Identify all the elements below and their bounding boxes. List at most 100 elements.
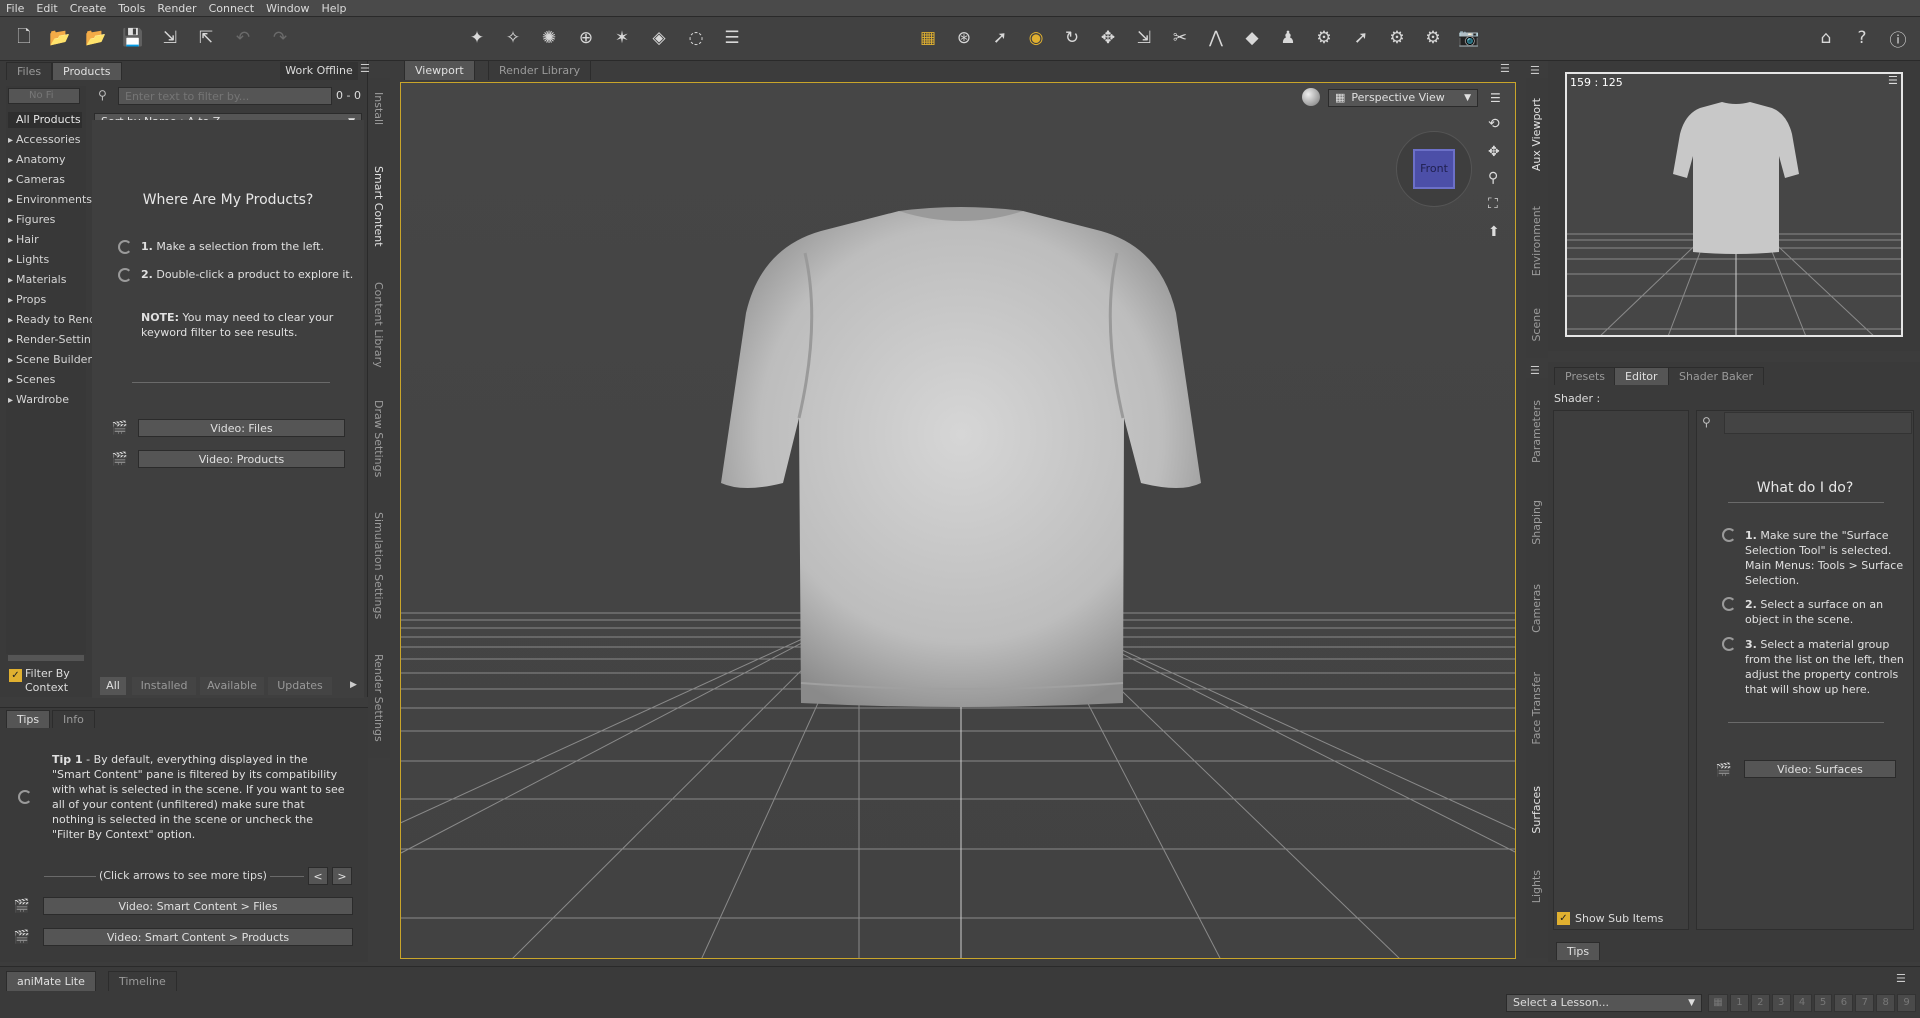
vtab-render-settings[interactable]: Render Settings bbox=[372, 654, 385, 742]
filter-tab-installed[interactable]: Installed bbox=[132, 677, 196, 695]
orbit-icon[interactable]: ⟲ bbox=[1488, 116, 1500, 132]
open-file-icon[interactable]: 📂 bbox=[48, 26, 72, 50]
create-camera-icon[interactable]: ⊕ bbox=[574, 26, 598, 50]
menu-render[interactable]: Render bbox=[151, 2, 202, 15]
figure-setup-icon[interactable]: ♟ bbox=[1276, 26, 1300, 50]
panel-menu-icon[interactable]: ☰ bbox=[1500, 62, 1510, 75]
frame-icon[interactable]: ⛶ bbox=[1488, 196, 1498, 212]
lesson-dropdown[interactable]: Select a Lesson... ▼ bbox=[1506, 994, 1702, 1012]
lesson-step[interactable]: 7 bbox=[1855, 994, 1875, 1012]
help-icon[interactable]: ⓘ bbox=[1886, 26, 1910, 51]
lesson-step[interactable]: 8 bbox=[1876, 994, 1896, 1012]
lesson-step[interactable]: 4 bbox=[1792, 994, 1812, 1012]
vtab-simulation-settings[interactable]: Simulation Settings bbox=[372, 512, 385, 619]
category-item[interactable]: Hair bbox=[8, 233, 39, 246]
prev-tip-button[interactable]: < bbox=[308, 867, 328, 885]
spot-render-icon[interactable]: ➚ bbox=[1349, 26, 1373, 50]
show-sub-items-checkbox[interactable]: ✓ bbox=[1557, 912, 1570, 925]
scroll-right-icon[interactable]: ▶ bbox=[350, 680, 362, 690]
tab-presets[interactable]: Presets bbox=[1554, 367, 1617, 385]
category-item[interactable]: Environments bbox=[8, 193, 92, 206]
tab-files[interactable]: Files bbox=[6, 62, 53, 80]
view-selector[interactable]: ▦ Perspective View ▼ bbox=[1328, 89, 1478, 107]
create-figure-icon[interactable]: ✦ bbox=[465, 26, 489, 50]
translate-icon[interactable]: ✥ bbox=[1096, 26, 1120, 50]
video-products-button[interactable]: Video: Products bbox=[138, 450, 345, 468]
tab-editor[interactable]: Editor bbox=[1614, 367, 1669, 385]
vtab-parameters[interactable]: Parameters bbox=[1530, 400, 1543, 463]
save-icon[interactable]: 💾 bbox=[121, 26, 145, 50]
video-sc-products-button[interactable]: Video: Smart Content > Products bbox=[43, 928, 353, 946]
viewport-menu-icon[interactable]: ☰ bbox=[1490, 91, 1501, 105]
property-search-input[interactable] bbox=[1724, 412, 1912, 434]
reset-view-icon[interactable]: ⬆ bbox=[1488, 224, 1500, 240]
redo-icon[interactable]: ↷ bbox=[268, 26, 292, 50]
category-item[interactable]: Lights bbox=[8, 253, 49, 266]
draw-style-icon[interactable] bbox=[1302, 88, 1320, 106]
search-input[interactable] bbox=[118, 87, 332, 105]
create-primitive-icon[interactable]: ◈ bbox=[647, 26, 671, 50]
category-item[interactable]: Props bbox=[8, 293, 46, 306]
vtab-scene[interactable]: Scene bbox=[1530, 308, 1543, 342]
filter-dropdown[interactable]: No Fi bbox=[8, 88, 80, 104]
viewport[interactable] bbox=[400, 82, 1516, 959]
filter-tab-available[interactable]: Available bbox=[200, 677, 264, 695]
view-cube-front[interactable]: Front bbox=[1413, 149, 1455, 189]
lesson-step[interactable]: 9 bbox=[1897, 994, 1917, 1012]
panel-menu-icon[interactable]: ☰ bbox=[1530, 64, 1540, 77]
create-spotlight-icon[interactable]: ✧ bbox=[501, 26, 525, 50]
vtab-content-library[interactable]: Content Library bbox=[372, 282, 385, 368]
grid-toggle-icon[interactable]: ▦ bbox=[916, 26, 940, 50]
undo-icon[interactable]: ↶ bbox=[231, 26, 255, 50]
menu-tools[interactable]: Tools bbox=[112, 2, 151, 15]
tab-render-library[interactable]: Render Library bbox=[488, 60, 592, 80]
lesson-step[interactable]: 1 bbox=[1730, 994, 1749, 1012]
import-icon[interactable]: ⇲ bbox=[158, 26, 182, 50]
tab-products[interactable]: Products bbox=[52, 62, 122, 80]
export-icon[interactable]: ⇱ bbox=[194, 26, 218, 50]
create-distantlight-icon[interactable]: ✶ bbox=[610, 26, 634, 50]
lesson-step[interactable]: 2 bbox=[1750, 994, 1770, 1012]
filter-tab-updates[interactable]: Updates bbox=[268, 677, 332, 695]
camera-render-icon[interactable]: 📷 bbox=[1457, 26, 1481, 50]
vtab-face-transfer[interactable]: Face Transfer bbox=[1530, 672, 1543, 745]
vtab-smart-content[interactable]: Smart Content bbox=[372, 166, 385, 247]
create-pointlight-icon[interactable]: ✺ bbox=[537, 26, 561, 50]
node-selection-icon[interactable]: ➚ bbox=[988, 26, 1012, 50]
new-file-icon[interactable]: 🗋 bbox=[12, 26, 36, 50]
vtab-environment[interactable]: Environment bbox=[1530, 206, 1543, 276]
vtab-lights[interactable]: Lights bbox=[1530, 870, 1543, 903]
tab-tips[interactable]: Tips bbox=[6, 710, 51, 728]
video-sc-files-button[interactable]: Video: Smart Content > Files bbox=[43, 897, 353, 915]
tab-animate-lite[interactable]: aniMate Lite bbox=[6, 971, 96, 991]
vtab-shaping[interactable]: Shaping bbox=[1530, 500, 1543, 545]
lesson-step[interactable]: 5 bbox=[1813, 994, 1833, 1012]
active-pose-icon[interactable]: ◉ bbox=[1024, 26, 1048, 50]
merge-file-icon[interactable]: 📂 bbox=[84, 26, 108, 50]
category-item[interactable]: Cameras bbox=[8, 173, 65, 186]
menu-help[interactable]: Help bbox=[315, 2, 352, 15]
panel-menu-icon[interactable]: ☰ bbox=[1530, 364, 1540, 377]
vtab-surfaces[interactable]: Surfaces bbox=[1530, 786, 1543, 834]
tab-viewport[interactable]: Viewport bbox=[404, 60, 475, 80]
next-tip-button[interactable]: > bbox=[332, 867, 352, 885]
geometry-editor-icon[interactable]: ⋀ bbox=[1204, 26, 1228, 50]
menu-edit[interactable]: Edit bbox=[30, 2, 63, 15]
rotate-icon[interactable]: ↻ bbox=[1060, 26, 1084, 50]
vtab-aux-viewport[interactable]: Aux Viewport bbox=[1530, 98, 1543, 171]
tab-timeline[interactable]: Timeline bbox=[108, 971, 177, 991]
tab-shader-baker[interactable]: Shader Baker bbox=[1668, 367, 1765, 385]
render-icon[interactable]: ⚙ bbox=[1421, 26, 1445, 50]
tab-info[interactable]: Info bbox=[52, 710, 95, 728]
whats-this-icon[interactable]: ? bbox=[1850, 26, 1874, 50]
universal-tool-icon[interactable]: ⊛ bbox=[952, 26, 976, 50]
surface-selection-icon[interactable]: ◆ bbox=[1240, 26, 1264, 50]
category-item[interactable]: Scene Builder bbox=[8, 353, 92, 366]
vtab-cameras[interactable]: Cameras bbox=[1530, 584, 1543, 633]
category-item[interactable]: Render-Settin bbox=[8, 333, 91, 346]
home-icon[interactable]: ⌂ bbox=[1814, 26, 1838, 50]
aux-menu-icon[interactable]: ☰ bbox=[1888, 74, 1898, 87]
lesson-step[interactable]: 3 bbox=[1771, 994, 1791, 1012]
menu-create[interactable]: Create bbox=[64, 2, 113, 15]
pan-icon[interactable]: ✥ bbox=[1488, 144, 1500, 160]
